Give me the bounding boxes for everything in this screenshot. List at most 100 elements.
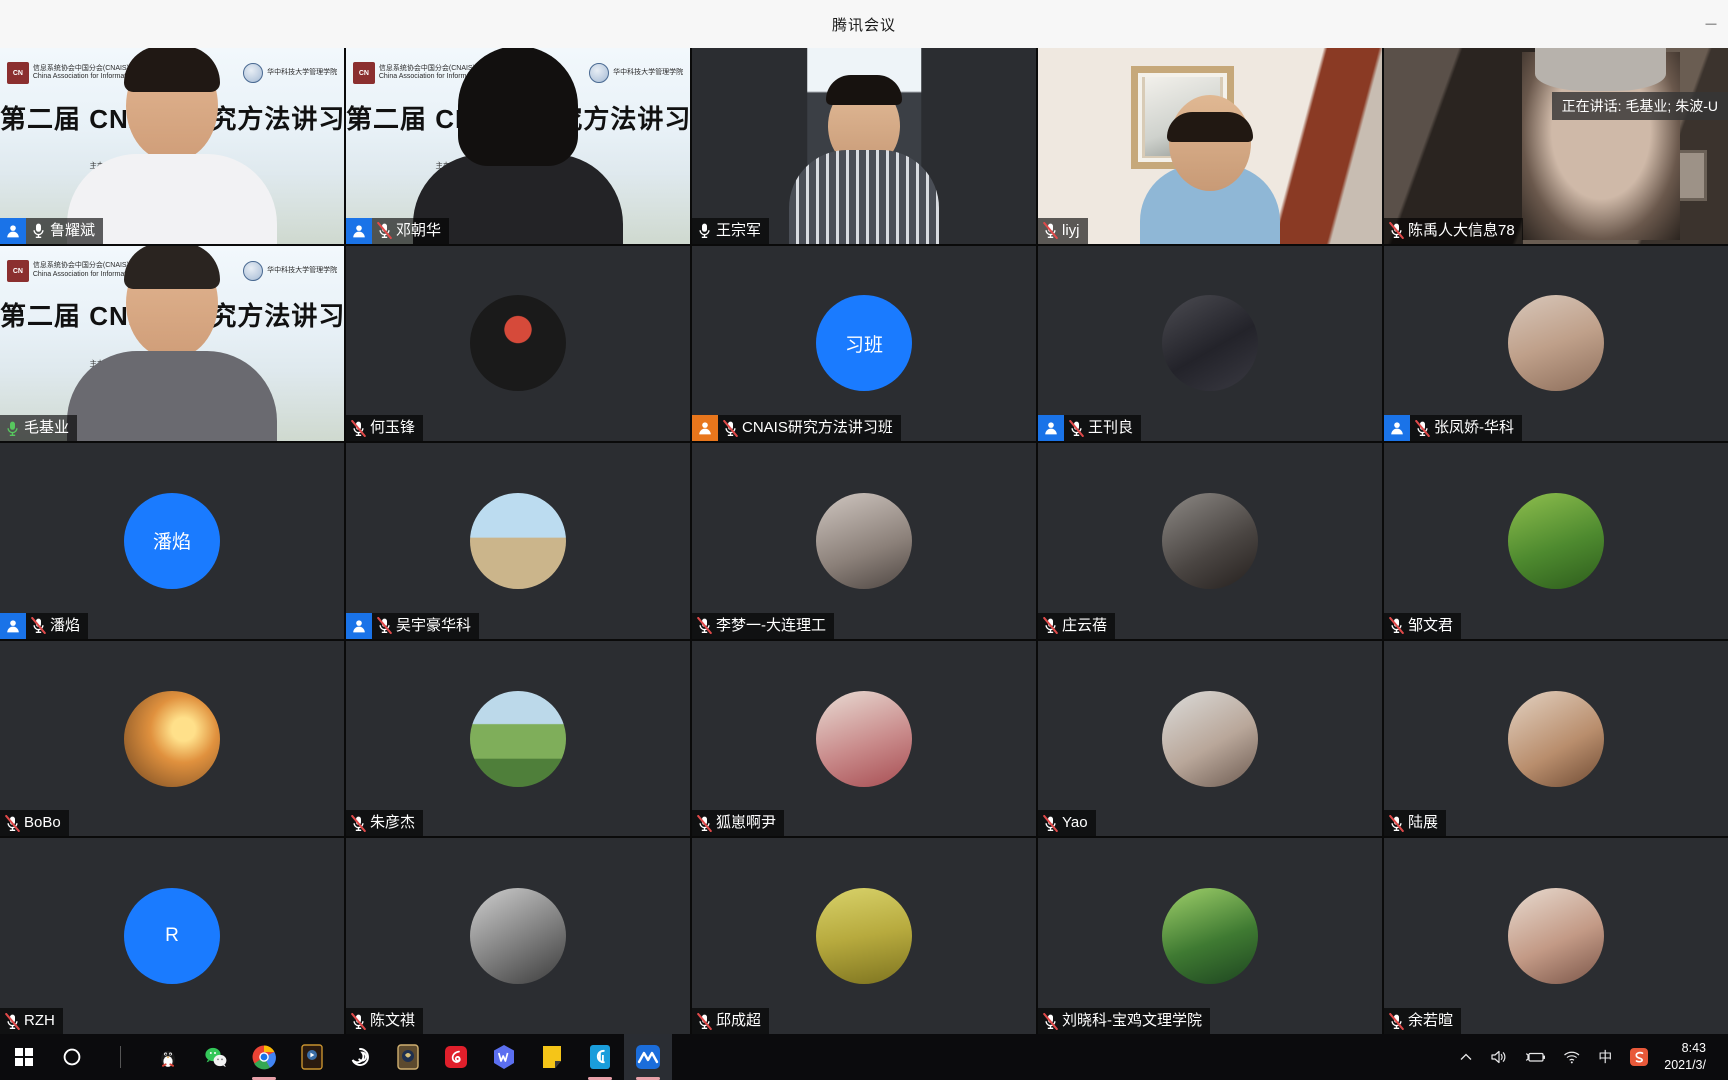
participant-tile[interactable]: 习班 CNAIS研究方法讲习班 <box>692 245 1036 442</box>
show-desktop-button[interactable] <box>1714 1034 1722 1080</box>
participant-name-chip: liyj <box>1038 217 1088 244</box>
taskbar-app-game1[interactable] <box>288 1034 336 1080</box>
taskbar-app-hearthstone[interactable] <box>384 1034 432 1080</box>
participant-name-chip: 邱成超 <box>692 1008 770 1034</box>
taskbar-app-blue[interactable] <box>576 1034 624 1080</box>
search-button[interactable] <box>48 1034 96 1080</box>
camera-off-background: R <box>0 838 344 1034</box>
tray-sogou-icon[interactable] <box>1620 1034 1658 1080</box>
camera-off-background <box>1384 838 1728 1034</box>
battery-charging-icon <box>1526 1052 1546 1062</box>
participant-name-chip: 余若暄 <box>1384 1008 1462 1034</box>
participant-tile[interactable]: 吴宇豪华科 <box>346 443 690 639</box>
taskbar-app-qq[interactable] <box>144 1034 192 1080</box>
hust-logo-text: 华中科技大学管理学院 <box>267 266 338 274</box>
taskbar-app-netease-music[interactable] <box>432 1034 480 1080</box>
start-button[interactable] <box>0 1034 48 1080</box>
participant-tile[interactable]: 庄云蓓 <box>1038 443 1382 639</box>
participant-tile[interactable]: 李梦一-大连理工 <box>692 443 1036 639</box>
sogou-input-icon <box>1630 1048 1649 1066</box>
participant-name-chip: 庄云蓓 <box>1038 612 1116 639</box>
participant-namebar: RZH <box>0 1008 63 1034</box>
participant-name: BoBo <box>24 814 61 832</box>
system-tray: 中 8:43 2021/3/ <box>1450 1034 1728 1080</box>
participant-avatar <box>1508 690 1604 787</box>
camera-off-background <box>692 838 1036 1034</box>
microphone-icon <box>1069 419 1084 437</box>
participant-name-chip: 朱彦杰 <box>346 810 424 837</box>
spiral-app-icon <box>351 1048 369 1066</box>
participant-namebar: BoBo <box>0 810 69 837</box>
participant-name: CNAIS研究方法讲习班 <box>742 419 893 437</box>
taskbar-app-notes[interactable] <box>528 1034 576 1080</box>
microphone-icon <box>1389 617 1404 635</box>
participant-tile[interactable]: liyj <box>1038 48 1382 244</box>
slide-background: CN 信息系统协会中国分会(CNAIS) China Association for… <box>346 48 690 244</box>
camera-off-background <box>346 245 690 442</box>
participant-name: 庄云蓓 <box>1062 616 1108 634</box>
participant-avatar <box>1508 492 1604 589</box>
participant-tile[interactable]: CN 信息系统协会中国分会(CNAIS) China Association for… <box>346 48 690 244</box>
participant-tile[interactable]: 陈文祺 <box>346 838 690 1034</box>
participant-name: liyj <box>1062 221 1080 239</box>
tray-wifi-icon[interactable] <box>1554 1034 1590 1080</box>
camera-off-background <box>1038 640 1382 837</box>
participant-name-chip: 陆展 <box>1384 810 1447 837</box>
participant-tile[interactable]: 张凤娇-华科 <box>1384 245 1728 442</box>
microphone-icon <box>351 419 366 437</box>
participant-tile[interactable]: 邱成超 <box>692 838 1036 1034</box>
participant-role-badge <box>0 217 26 244</box>
participant-tile[interactable]: CN 信息系统协会中国分会(CNAIS) China Association for… <box>0 48 344 244</box>
participant-name-chip: Yao <box>1038 810 1096 837</box>
participant-tile[interactable]: 王宗军 <box>692 48 1036 244</box>
participant-avatar <box>1162 492 1258 589</box>
participant-name-chip: 毛基业 <box>0 415 78 442</box>
tray-ime-icon[interactable]: 中 <box>1590 1034 1620 1080</box>
participant-name-chip: 陈文祺 <box>346 1008 424 1034</box>
tray-volume-icon[interactable] <box>1482 1034 1516 1080</box>
participant-tile[interactable]: Yao <box>1038 640 1382 837</box>
microphone-icon <box>7 421 18 436</box>
tray-show-hidden-icons[interactable] <box>1450 1034 1482 1080</box>
minimize-button[interactable]: — <box>1698 0 1724 48</box>
taskbar-app-tencent-meeting[interactable] <box>624 1034 672 1080</box>
participant-tile[interactable]: 余若暄 <box>1384 838 1728 1034</box>
camera-off-background <box>1038 443 1382 639</box>
participant-avatar <box>470 888 566 985</box>
tray-battery-icon[interactable] <box>1516 1034 1554 1080</box>
participant-namebar: 余若暄 <box>1384 1008 1462 1034</box>
participant-namebar: 庄云蓓 <box>1038 612 1116 639</box>
microphone-icon <box>31 617 46 635</box>
participant-tile[interactable]: 何玉锋 <box>346 245 690 442</box>
taskbar-app-spiral[interactable] <box>336 1034 384 1080</box>
participant-namebar: 李梦一-大连理工 <box>692 612 834 639</box>
participant-avatar: R <box>124 888 220 985</box>
participant-name: 余若暄 <box>1408 1012 1454 1029</box>
slide-background: CN 信息系统协会中国分会(CNAIS) China Association for… <box>0 48 344 244</box>
participant-tile[interactable]: 王刊良 <box>1038 245 1382 442</box>
taskbar-app-wechat[interactable] <box>192 1034 240 1080</box>
participant-tile[interactable]: 刘晓科-宝鸡文理学院 <box>1038 838 1382 1034</box>
participant-namebar: 何玉锋 <box>346 415 424 442</box>
taskbar-clock[interactable]: 8:43 2021/3/ <box>1658 1034 1714 1080</box>
participant-tile[interactable]: 陈禹人大信息78 <box>1384 48 1728 244</box>
participant-tile[interactable]: 朱彦杰 <box>346 640 690 837</box>
participant-namebar: 陈禹人大信息78 <box>1384 217 1523 244</box>
participant-tile[interactable]: 邹文君 <box>1384 443 1728 639</box>
avatar-initials: 潘焰 <box>152 532 191 554</box>
participant-tile[interactable]: BoBo <box>0 640 344 837</box>
microphone-icon <box>1389 814 1404 832</box>
participant-tile[interactable]: 陆展 <box>1384 640 1728 837</box>
chrome-icon <box>252 1045 276 1070</box>
taskbar-app-chrome[interactable] <box>240 1034 288 1080</box>
participant-namebar: 潘焰 <box>0 612 89 639</box>
clock-time: 8:43 <box>1681 1041 1706 1056</box>
participant-tile[interactable]: R RZH <box>0 838 344 1034</box>
participant-tile[interactable]: 狐崽啊尹 <box>692 640 1036 837</box>
taskbar-app-wps[interactable] <box>480 1034 528 1080</box>
participant-tile[interactable]: 潘焰 潘焰 <box>0 443 344 639</box>
participant-avatar <box>1162 690 1258 787</box>
participant-avatar <box>470 295 566 392</box>
participant-tile[interactable]: CN 信息系统协会中国分会(CNAIS) China Association for… <box>0 245 344 442</box>
participant-avatar <box>816 888 912 985</box>
